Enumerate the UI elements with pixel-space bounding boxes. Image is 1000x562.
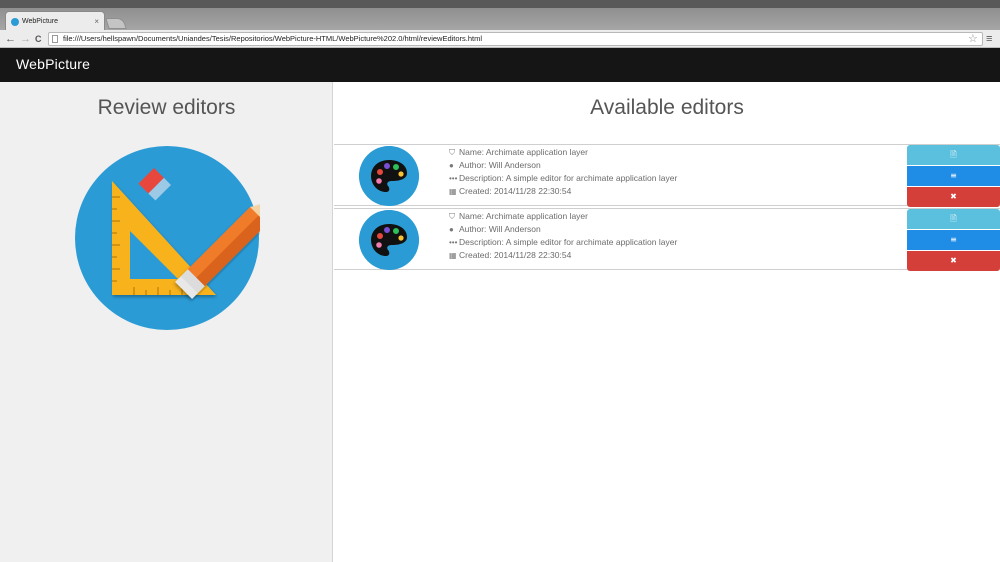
view-editor-button[interactable]: 🗎	[907, 145, 1000, 165]
view-editor-button[interactable]: 🗎	[907, 209, 1000, 229]
edit-editor-button[interactable]: ≡	[907, 166, 1000, 186]
palette-icon	[359, 146, 419, 206]
browser-tab[interactable]: WebPicture ×	[5, 11, 105, 31]
page-content: Review editors Available editors ⛉ Name:…	[0, 82, 1000, 562]
brand-text-cture: cture	[58, 56, 91, 72]
file-icon: 🗎	[950, 214, 957, 223]
site-navbar: WebPicture	[0, 48, 1000, 82]
user-icon: ●	[449, 225, 454, 234]
editor-list-item: ⛉ Name: Archimate application layer ● Auth…	[334, 144, 1000, 207]
editor-description: Description: A simple editor for archima…	[459, 237, 678, 247]
editor-created: Created: 2014/11/28 22:30:54	[459, 250, 572, 260]
left-panel: Review editors	[0, 82, 333, 562]
editor-details: ⛉ Name: Archimate application layer ● Auth…	[449, 146, 677, 198]
review-editors-title: Review editors	[97, 96, 236, 119]
calendar-icon: ▦	[449, 251, 457, 260]
tab-title: WebPicture	[22, 18, 59, 25]
browser-toolbar: ← → C file:///Users/hellspawn/Documents/…	[0, 30, 1000, 48]
close-icon: ✖	[950, 256, 957, 265]
edit-editor-button[interactable]: ≡	[907, 230, 1000, 250]
brand-logo[interactable]: WebPicture	[16, 56, 90, 72]
editor-author: Author: Will Anderson	[459, 160, 541, 170]
back-icon[interactable]: ←	[5, 31, 16, 47]
list-icon: ≡	[950, 171, 957, 180]
tab-strip	[0, 8, 1000, 30]
reload-icon[interactable]: C	[35, 31, 42, 47]
editor-details: ⛉ Name: Archimate application layer ● Auth…	[449, 210, 677, 262]
list-icon: ≡	[950, 235, 957, 244]
brand-text-pi: Pi	[45, 56, 58, 72]
favicon-icon	[11, 18, 19, 26]
editor-name: Name: Archimate application layer	[459, 211, 588, 221]
address-bar-url: file:///Users/hellspawn/Documents/Uniand…	[63, 34, 483, 43]
close-icon: ✖	[950, 192, 957, 201]
editor-actions: 🗎 ≡ ✖	[907, 209, 1000, 271]
page-icon	[52, 35, 58, 43]
user-icon: ●	[449, 161, 454, 170]
browser-menu-icon[interactable]: ≡	[986, 31, 992, 47]
forward-icon[interactable]: →	[20, 31, 31, 47]
ellipsis-icon: •••	[449, 238, 458, 247]
ellipsis-icon: •••	[449, 174, 458, 183]
bookmark-icon: ⛉	[449, 148, 455, 157]
brand-text-web: Web	[16, 56, 46, 72]
calendar-icon: ▦	[449, 187, 457, 196]
delete-editor-button[interactable]: ✖	[907, 187, 1000, 207]
available-editors-title: Available editors	[590, 96, 744, 119]
file-icon: 🗎	[950, 150, 957, 159]
editor-list: ⛉ Name: Archimate application layer ● Auth…	[334, 144, 1000, 272]
editor-actions: 🗎 ≡ ✖	[907, 145, 1000, 207]
editor-name: Name: Archimate application layer	[459, 147, 588, 157]
palette-icon	[359, 210, 419, 270]
right-panel: Available editors ⛉ Name: Archimate appli…	[334, 82, 1000, 562]
delete-editor-button[interactable]: ✖	[907, 251, 1000, 271]
editor-description: Description: A simple editor for archima…	[459, 173, 678, 183]
editor-author: Author: Will Anderson	[459, 224, 541, 234]
bookmark-star-icon[interactable]: ☆	[968, 31, 978, 47]
bookmark-icon: ⛉	[449, 212, 455, 221]
tab-close-icon[interactable]: ×	[94, 17, 99, 26]
ruler-pencil-icon	[75, 146, 260, 330]
address-bar[interactable]: file:///Users/hellspawn/Documents/Uniand…	[48, 32, 983, 46]
editor-list-item: ⛉ Name: Archimate application layer ● Auth…	[334, 208, 1000, 271]
editor-created: Created: 2014/11/28 22:30:54	[459, 186, 572, 196]
